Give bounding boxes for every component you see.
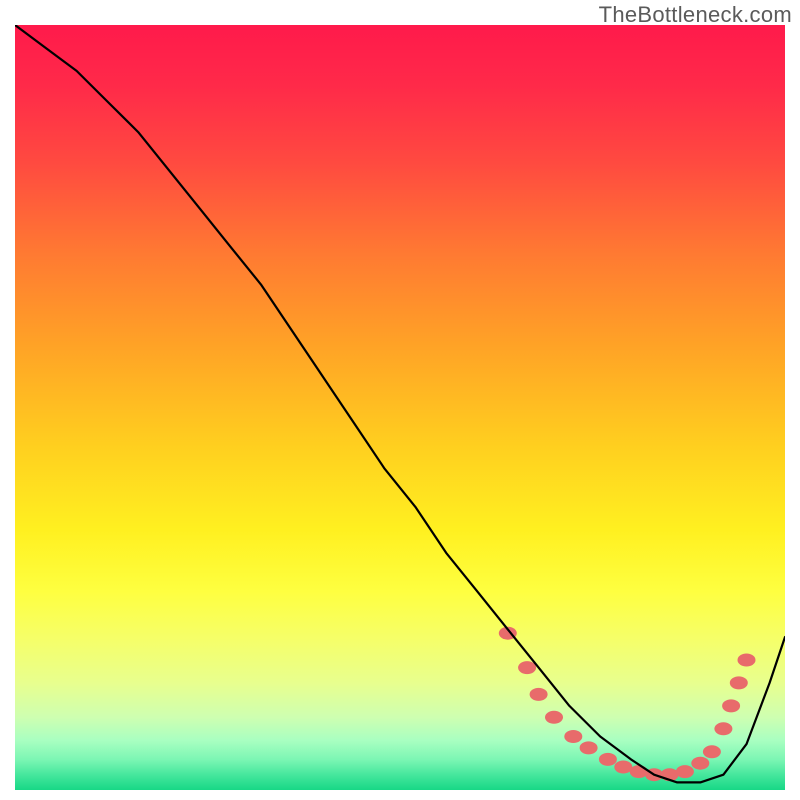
- marker-dot: [676, 765, 694, 778]
- marker-dot: [730, 676, 748, 689]
- marker-dot: [530, 688, 548, 701]
- plot-area: [15, 25, 785, 790]
- marker-dots: [499, 627, 756, 782]
- marker-dot: [714, 722, 732, 735]
- marker-dot: [738, 654, 756, 667]
- marker-dot: [630, 765, 648, 778]
- marker-dot: [545, 711, 563, 724]
- marker-dot: [518, 661, 536, 674]
- bottleneck-curve: [15, 25, 785, 782]
- chart-foreground: [15, 25, 785, 790]
- marker-dot: [564, 730, 582, 743]
- marker-dot: [703, 745, 721, 758]
- marker-dot: [722, 699, 740, 712]
- chart-stage: TheBottleneck.com: [0, 0, 800, 800]
- marker-dot: [691, 757, 709, 770]
- marker-dot: [614, 761, 632, 774]
- marker-dot: [599, 753, 617, 766]
- marker-dot: [580, 741, 598, 754]
- watermark-text: TheBottleneck.com: [599, 2, 792, 28]
